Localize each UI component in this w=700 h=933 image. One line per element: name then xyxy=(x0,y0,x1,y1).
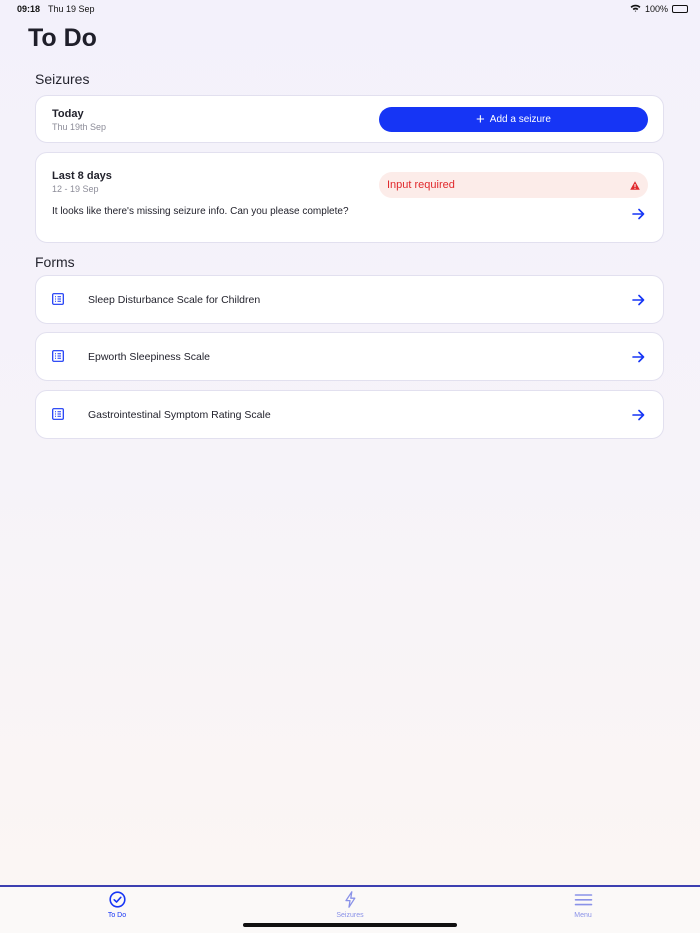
status-date: Thu 19 Sep xyxy=(48,4,95,14)
plus-icon: + xyxy=(476,111,485,128)
tab-bar: To Do Seizures Menu xyxy=(0,885,700,933)
forms-section-title: Forms xyxy=(35,254,75,270)
form-list-icon xyxy=(52,408,64,420)
last-days-title: Last 8 days xyxy=(52,170,112,182)
last-days-card[interactable]: Last 8 days 12 - 19 Sep Input required I… xyxy=(35,152,664,243)
seizures-section-title: Seizures xyxy=(35,71,90,87)
add-seizure-button[interactable]: + Add a seizure xyxy=(379,107,648,132)
tab-label: To Do xyxy=(107,912,127,919)
input-required-label: Input required xyxy=(387,179,455,191)
form-label: Epworth Sleepiness Scale xyxy=(88,350,210,363)
arrow-right-icon[interactable] xyxy=(632,294,645,306)
tab-to-do[interactable]: To Do xyxy=(77,891,157,919)
status-time: 09:18 xyxy=(17,4,41,14)
home-indicator[interactable] xyxy=(243,923,457,927)
tab-seizures[interactable]: Seizures xyxy=(310,891,390,919)
form-label: Sleep Disturbance Scale for Children xyxy=(88,293,261,306)
wifi-icon xyxy=(630,4,641,14)
arrow-right-icon[interactable] xyxy=(632,208,645,220)
tab-menu[interactable]: Menu xyxy=(543,891,623,919)
form-item[interactable]: Sleep Disturbance Scale for Children xyxy=(35,275,664,324)
form-list-icon xyxy=(52,293,64,305)
missing-info-message: It looks like there's missing seizure in… xyxy=(52,206,349,217)
form-item[interactable]: Epworth Sleepiness Scale xyxy=(35,332,664,381)
add-seizure-label: Add a seizure xyxy=(489,114,551,125)
form-list-icon xyxy=(52,350,64,362)
form-item[interactable]: Gastrointestinal Symptom Rating Scale xyxy=(35,390,664,439)
input-required-badge: Input required xyxy=(379,172,648,198)
tab-label: Seizures xyxy=(336,912,364,919)
menu-icon xyxy=(574,891,593,910)
battery-percent: 100% xyxy=(644,4,668,14)
today-card: Today Thu 19th Sep + Add a seizure xyxy=(35,95,664,143)
arrow-right-icon[interactable] xyxy=(632,351,645,363)
check-circle-icon xyxy=(108,891,126,910)
lightning-icon xyxy=(342,891,359,910)
form-label: Gastrointestinal Symptom Rating Scale xyxy=(88,408,271,421)
page-title: To Do xyxy=(28,24,97,52)
today-date: Thu 19th Sep xyxy=(52,122,107,132)
battery-icon xyxy=(672,5,688,13)
last-days-range: 12 - 19 Sep xyxy=(52,184,99,194)
tab-label: Menu xyxy=(574,912,592,919)
today-title: Today xyxy=(52,108,84,120)
status-bar: 09:18 Thu 19 Sep 100% xyxy=(0,0,700,18)
arrow-right-icon[interactable] xyxy=(632,409,645,421)
warning-icon xyxy=(630,180,640,190)
